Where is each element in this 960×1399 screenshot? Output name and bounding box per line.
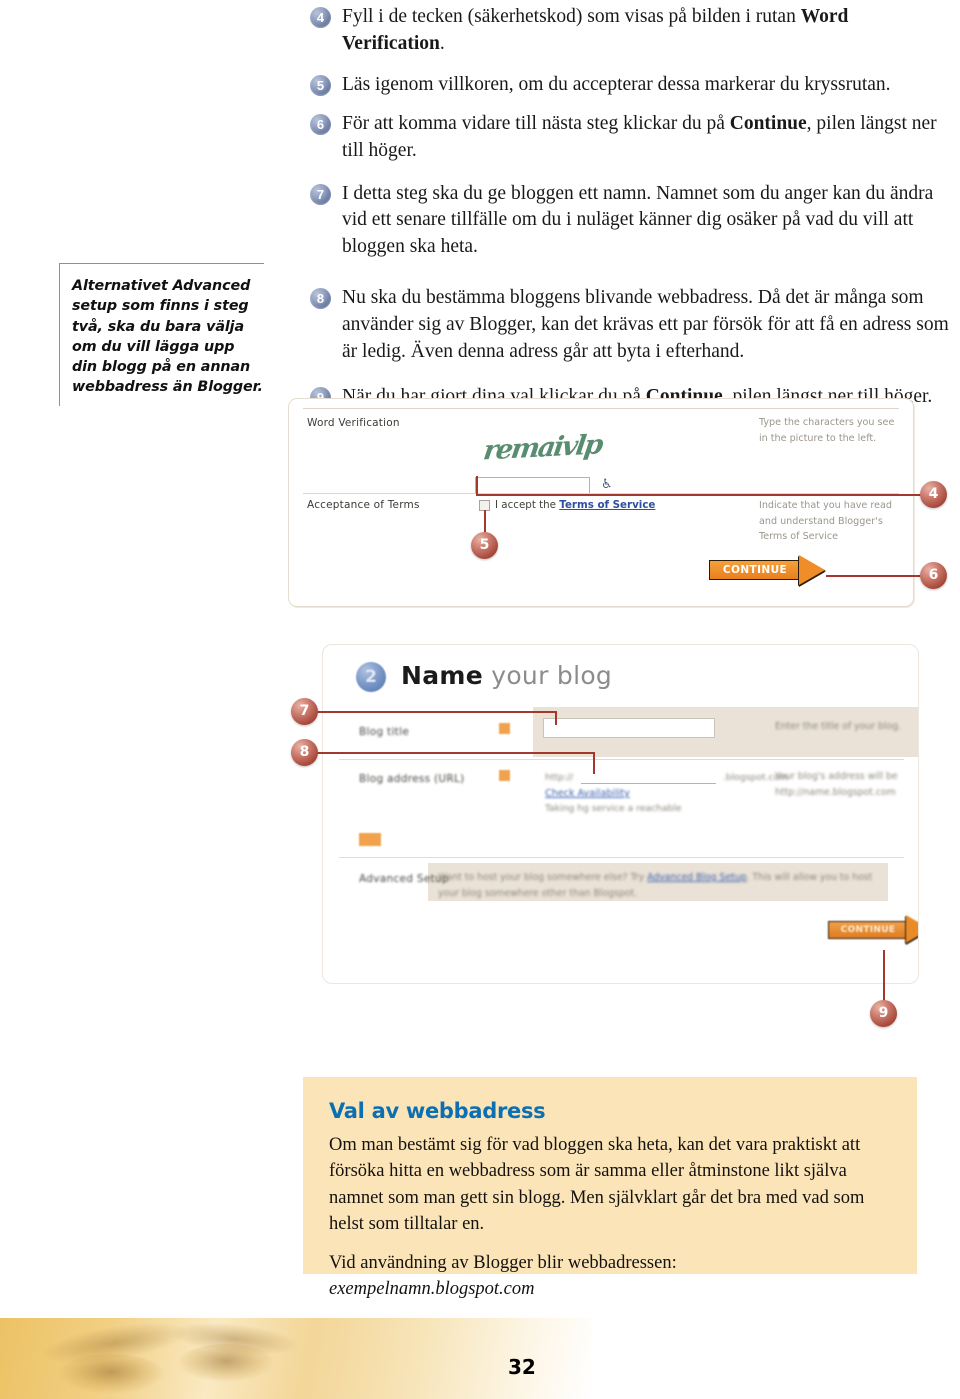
callout-leader-4-v [476,476,478,495]
blog-title-input[interactable] [543,718,715,738]
tip-box-paragraph-1: Om man bestämt sig för vad bloggen ska h… [329,1135,865,1234]
callout-leader-6-h [826,575,922,577]
step-item: 6 För att komma vidare till nästa steg k… [310,111,950,165]
callout-leader-7-v [555,711,557,725]
step-text-bold: Continue [729,112,807,134]
required-marker-icon [499,723,510,734]
continue-button[interactable]: CONTINUE [828,915,918,943]
captcha-image: remaivlp [481,429,604,467]
step-text: Fyll i de tecken (säkerhetskod) som visa… [342,4,950,58]
eye-right-decoration [178,1344,274,1382]
arrow-right-icon [799,555,825,585]
divider [339,857,904,858]
step-number-badge: 4 [310,7,331,28]
required-marker-icon [359,833,381,846]
callout-leader-7-h [316,711,556,713]
divider [303,408,899,409]
callout-7: 7 [291,698,318,725]
captcha-input[interactable] [475,477,590,494]
callout-8: 8 [291,739,318,766]
callout-9: 9 [870,1000,897,1027]
advanced-setup-text: Want to host your blog somewhere else? T… [438,870,883,902]
step-2-badge: 2 [356,662,386,692]
continue-button-label: CONTINUE [840,925,896,935]
blog-title-help: Enter the title of your blog. [775,721,902,732]
advanced-setup-text-pre: Want to host your blog somewhere else? T… [438,872,648,883]
step-text-part: Fyll i de tecken (säkerhetskod) som visa… [342,6,801,27]
margin-note: Alternativet Advanced setup som finns i … [59,263,264,406]
blog-address-prefix: http:// [545,772,574,783]
callout-4: 4 [920,481,947,508]
step-number-badge: 5 [310,74,331,96]
tip-box-paragraph-2: Vid användning av Blogger blir webbadres… [329,1253,677,1274]
callout-leader-8-h [316,752,594,754]
step-text: I detta steg ska du ge bloggen ett namn.… [342,182,934,258]
step-item: 5 Läs igenom villkoren, om du accepterar… [310,72,950,99]
step-text-part: För att komma vidare till nästa steg kli… [342,112,730,134]
step-item: 4 Fyll i de tecken (säkerhetskod) som vi… [310,4,950,58]
eye-left-decoration [58,1354,164,1394]
accept-terms-prefix: I accept the [495,499,560,511]
callout-leader-8-v [593,752,595,774]
acceptance-of-terms-label: Acceptance of Terms [307,499,420,511]
heading-bold-part: Name [401,661,483,690]
step-number-badge: 8 [310,288,331,310]
blog-address-label: Blog address (URL) [359,773,465,785]
screenshot-name-your-blog: 2 Name your blog Blog title Enter the ti… [322,644,919,984]
step-item: 8 Nu ska du bestämma bloggens blivande w… [310,285,950,366]
step-item: 7 I detta steg ska du ge bloggen ett nam… [310,181,950,262]
wheelchair-icon[interactable]: ♿ [601,477,613,492]
screenshot-word-verification: Word Verification remaivlp ♿ Type the ch… [288,398,914,607]
tip-box-heading: Val av webbadress [329,1099,546,1123]
terms-of-service-link[interactable]: Terms of Service [559,499,655,511]
required-marker-icon [499,770,510,781]
word-verification-label: Word Verification [307,417,400,429]
check-availability-link[interactable]: Check Availability [545,788,630,799]
word-verification-help: Type the characters you see in the pictu… [759,417,895,444]
instruction-steps-list: 4 Fyll i de tecken (säkerhetskod) som vi… [310,4,950,425]
step-text: Nu ska du bestämma bloggens blivande web… [342,287,949,363]
step-text-part: . [439,32,445,54]
heading-rest-part: your blog [483,661,613,690]
step-text-part: Läs igenom villkoren, om du accepterar d… [342,73,891,95]
callout-leader-4-h [476,494,922,496]
tip-box-paragraph-3: exempelnamn.blogspot.com [329,1279,535,1300]
advanced-blog-setup-link[interactable]: Advanced Blog Setup [647,872,746,883]
availability-note: Taking hg service a reachable [545,803,682,814]
step-number-badge: 7 [310,183,331,205]
callout-5: 5 [471,532,498,559]
step-text: För att komma vidare till nästa steg kli… [342,111,950,165]
accept-terms-label: I accept the Terms of Service [495,499,655,511]
blog-address-help: Your blog's address will be http://name.… [775,771,898,798]
divider [339,759,904,760]
acceptance-help: Indicate that you have read and understa… [759,500,892,543]
continue-button-label: CONTINUE [722,564,788,576]
margin-note-text: Alternativet Advanced setup som finns i … [72,278,263,396]
footer-decorative-image [0,1318,592,1399]
name-your-blog-heading: Name your blog [401,661,612,690]
page-number: 32 [508,1355,536,1379]
blog-address-input[interactable] [581,769,716,784]
blog-title-label: Blog title [359,726,410,738]
continue-button[interactable]: CONTINUE [709,555,827,585]
callout-6: 6 [920,562,947,589]
step-number-badge: 6 [310,113,331,135]
step-text: Läs igenom villkoren, om du accepterar d… [342,72,891,99]
advanced-setup-label: Advanced Setup [359,873,449,885]
tip-box: Val av webbadress Om man bestämt sig för… [303,1077,917,1299]
